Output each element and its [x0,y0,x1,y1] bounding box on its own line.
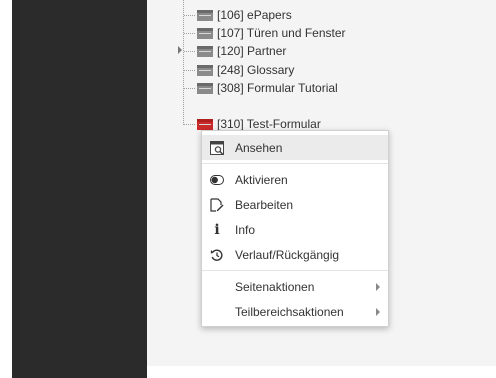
menu-item-view[interactable]: Ansehen [202,135,388,160]
page-tree-footer [147,366,496,378]
menu-item-label: Verlauf/Rückgängig [235,247,340,262]
menu-item-label: Bearbeiten [235,197,294,212]
menu-item-label: Info [235,222,256,237]
tree-branch-line [184,69,195,71]
page-icon [197,82,213,94]
context-menu: Ansehen Aktivieren Bearbeiten i Info Ver… [201,130,389,327]
module-menu-panel [0,0,147,378]
view-page-icon [209,140,225,156]
tree-item-label: [120] Partner [217,44,287,58]
page-icon [197,9,213,21]
tree-item-label: [308] Formular Tutorial [217,81,338,95]
tree-item[interactable]: [248] Glossary [184,61,294,79]
menu-item-label: Seitenaktionen [235,279,315,294]
page-icon [197,64,213,76]
tree-item[interactable]: [308] Formular Tutorial [184,79,338,97]
tree-branch-line [184,32,195,34]
toggle-icon [209,172,225,188]
tree-item-label: [248] Glossary [217,63,295,77]
submenu-arrow-icon [376,308,380,316]
tree-item[interactable]: [120] Partner [178,42,287,60]
tree-branch-line [184,123,195,125]
menu-item-label: Ansehen [235,140,283,155]
tree-item-label: [106] ePapers [217,8,292,22]
menu-item-label: Aktivieren [235,172,288,187]
submenu-arrow-icon [376,283,380,291]
tree-item-label: [310] Test-Formular [217,117,321,131]
history-undo-icon [209,247,225,263]
menu-item-activate[interactable]: Aktivieren [202,167,388,192]
menu-divider [202,270,388,271]
form-page-icon [197,118,213,130]
info-icon: i [214,221,220,238]
menu-item-section-actions[interactable]: Teilbereichsaktionen [202,299,388,324]
tree-branch-line [184,14,195,16]
edit-icon [209,197,225,213]
expand-arrow-icon[interactable] [178,46,182,54]
menu-item-page-actions[interactable]: Seitenaktionen [202,274,388,299]
window-edge [0,0,12,378]
page-icon [197,27,213,39]
menu-item-history[interactable]: Verlauf/Rückgängig [202,242,388,267]
tree-item-label: [107] Türen und Fenster [217,26,346,40]
menu-item-info[interactable]: i Info [202,217,388,242]
menu-divider [202,163,388,164]
tree-item[interactable]: [106] ePapers [184,6,292,24]
menu-item-label: Teilbereichsaktionen [235,304,344,319]
menu-item-edit[interactable]: Bearbeiten [202,192,388,217]
page-icon [197,45,213,57]
tree-item[interactable]: [107] Türen und Fenster [184,24,346,42]
tree-branch-line [184,87,195,89]
tree-branch-line [184,50,195,52]
